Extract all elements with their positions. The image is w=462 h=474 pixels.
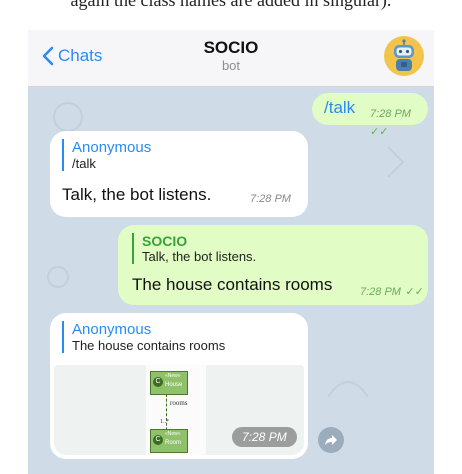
class-icon: C (153, 377, 163, 387)
forward-icon (325, 435, 337, 445)
chat-subtitle: bot (221, 58, 241, 73)
message-bubble-outgoing[interactable]: /talk 7:28 PM ✓✓ (312, 93, 428, 138)
read-checks-icon: ✓✓ (405, 286, 424, 298)
reply-text: /talk (72, 156, 96, 171)
message-list[interactable]: /talk 7:28 PM ✓✓ Anonymous /talk Talk, t… (28, 87, 434, 474)
message-text: Talk, the bot listens. (62, 185, 212, 204)
robot-icon (394, 39, 414, 71)
message-time: 7:28 PM (250, 193, 291, 205)
class-diagram: C «New» House rooms 1..* C «New» Room (146, 365, 206, 455)
caption-text: again the class names are added in singu… (70, 0, 392, 10)
attached-image[interactable]: C «New» House rooms 1..* C «New» Room 7:… (54, 365, 304, 455)
reply-author: Anonymous (72, 139, 152, 156)
message-bubble-incoming[interactable]: Anonymous /talk Talk, the bot listens. 7… (50, 131, 308, 217)
class-box-house: C «New» House (150, 371, 188, 395)
reply-quote[interactable]: Anonymous The house contains rooms (62, 321, 225, 353)
message-text: /talk (324, 98, 356, 117)
message-bubble-outgoing[interactable]: SOCIO Talk, the bot listens. The house c… (118, 225, 428, 305)
message-meta: 7:28 PM ✓✓ (370, 104, 428, 140)
class-box-room: C «New» Room (150, 429, 188, 453)
chat-title: SOCIO (203, 38, 259, 57)
reply-text: The house contains rooms (72, 338, 226, 353)
class-stereotype: «New» (165, 431, 181, 437)
reply-quote[interactable]: SOCIO Talk, the bot listens. (132, 233, 256, 264)
document-caption: again the class names are added in singu… (0, 0, 462, 30)
message-text: The house contains rooms (132, 275, 333, 294)
image-time: 7:28 PM (232, 427, 297, 447)
multiplicity-label: 1..* (160, 419, 169, 425)
message-meta: 7:28 PM ✓✓ (360, 282, 424, 300)
message-time: 7:28 PM (370, 108, 411, 120)
share-button[interactable] (318, 427, 344, 453)
message-time: 7:28 PM (360, 286, 401, 298)
reply-quote[interactable]: Anonymous /talk (62, 139, 151, 171)
read-checks-icon: ✓✓ (370, 126, 389, 138)
bot-avatar[interactable] (384, 36, 424, 76)
reply-author: Anonymous (72, 321, 152, 338)
class-stereotype: «New» (165, 373, 181, 379)
reply-author: SOCIO (142, 233, 188, 249)
class-name: Room (165, 440, 182, 446)
telegram-chat-screen: Chats SOCIO bot /talk 7:28 PM ✓✓ Anonymo… (28, 30, 434, 474)
chat-header: Chats SOCIO bot (28, 30, 434, 87)
class-icon: C (153, 435, 163, 445)
class-name: House (165, 382, 183, 388)
message-bubble-incoming[interactable]: Anonymous The house contains rooms C «Ne… (50, 313, 308, 459)
association-label: rooms (170, 399, 188, 407)
reply-text: Talk, the bot listens. (142, 249, 257, 264)
